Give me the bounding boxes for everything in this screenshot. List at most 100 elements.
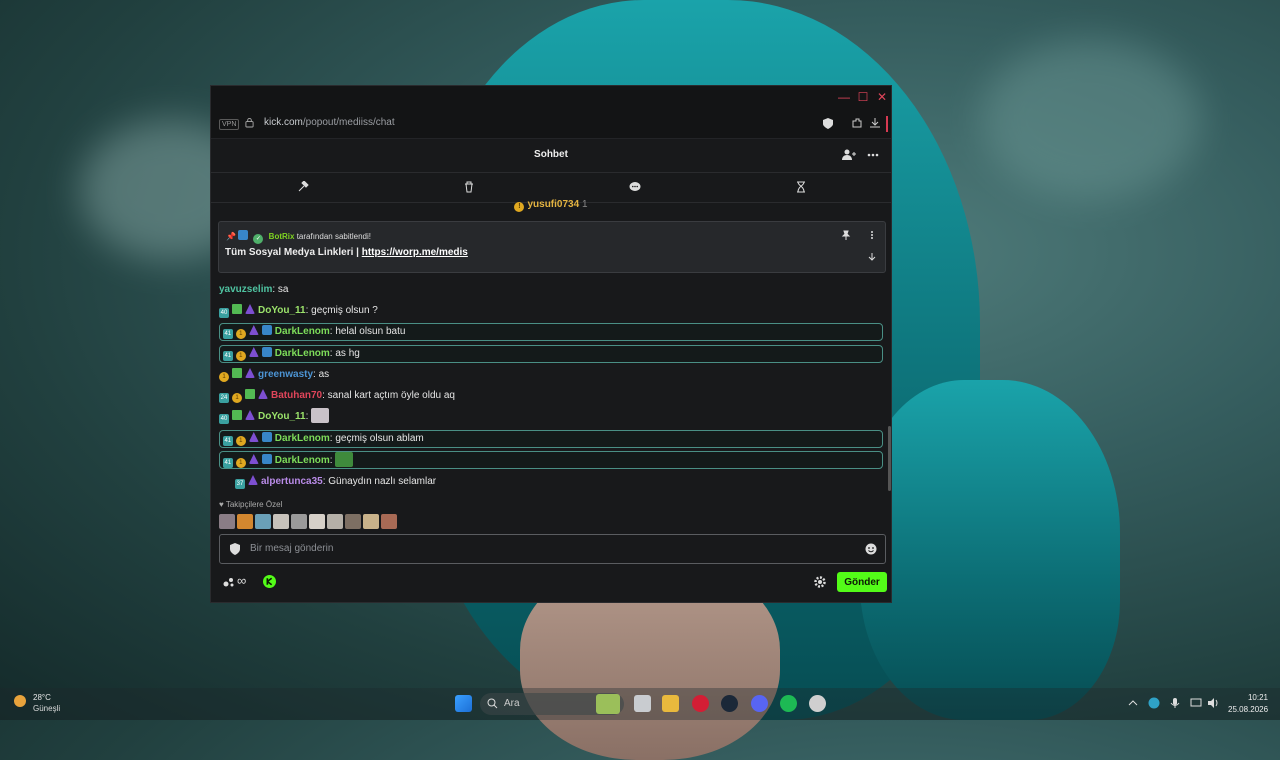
message-username[interactable]: DarkLenom [275,326,330,337]
subscriber-badge-icon: 37 [235,479,245,489]
chat-scrollbar[interactable] [888,426,891,491]
download-icon[interactable] [869,117,881,129]
address-bar[interactable]: VPN kick.com/popout/mediiss/chat [211,108,891,139]
message-username[interactable]: DoYou_11 [258,411,306,422]
emote-4-icon[interactable] [273,514,289,529]
hammer-icon[interactable] [297,181,309,193]
chat-bubble-icon[interactable] [629,181,641,193]
chevron-up-icon[interactable] [1127,697,1139,709]
gift-badge-icon [245,389,255,399]
emote-10-icon[interactable] [381,514,397,529]
gift-badge-icon [232,410,242,420]
chat-message-highlighted[interactable]: 41 1 DarkLenom: as hg [219,345,883,363]
message-username[interactable]: alpertunca35 [261,476,323,487]
coin-badge-icon: 1 [235,329,246,339]
task-view-icon[interactable] [634,695,651,712]
pinned-menu-icon[interactable] [867,230,877,240]
volume-icon[interactable] [1207,697,1219,709]
chat-message[interactable]: 40 DoYou_11: geçmiş olsun ? [219,302,883,320]
taskbar-search[interactable]: Ara [480,693,624,715]
spotify-icon[interactable] [780,695,797,712]
close-button[interactable]: ✕ [875,90,889,104]
chat-message[interactable]: 1 greenwasty: as [219,366,883,384]
browser-window: — ☐ ✕ VPN kick.com/popout/mediiss/chat S… [210,85,892,603]
message-username[interactable]: yavuzselim [219,284,272,295]
emote-6-icon[interactable] [309,514,325,529]
chat-footer: ∞ Gönder [211,570,891,596]
chat-message-highlighted[interactable]: 41 1 DarkLenom: geçmiş olsun ablam [219,430,883,448]
display-icon[interactable] [1190,697,1202,709]
windows-start-icon[interactable] [455,695,472,712]
gift-user[interactable]: yusufi0734 [527,199,579,210]
shield-icon[interactable] [823,118,833,129]
cat-emote-icon[interactable] [311,408,330,423]
kick-logo-icon[interactable] [263,575,276,588]
system-clock[interactable]: 10:21 25.08.2026 [1228,693,1268,717]
maximize-button[interactable]: ☐ [856,90,870,104]
points-icon[interactable] [223,576,235,588]
discord-icon[interactable] [751,695,768,712]
message-text: : sanal kart açtım öyle oldu aq [322,390,455,401]
unpin-icon[interactable] [841,230,851,240]
url-host: kick.com [264,117,303,128]
wall-texture [980,40,1200,200]
coin-icon: ! [514,202,525,212]
users-icon[interactable] [842,148,856,162]
weather-condition[interactable]: Güneşli [33,704,60,713]
vpn-badge[interactable]: VPN [219,119,240,130]
frog-emote-icon[interactable] [335,452,354,467]
message-username[interactable]: DarkLenom [275,348,330,359]
hourglass-icon[interactable] [795,181,807,193]
search-highlight-icon [596,694,620,714]
emote-9-icon[interactable] [363,514,379,529]
opera-browser-icon[interactable] [692,695,709,712]
message-input-box[interactable] [219,534,886,564]
chat-message-highlighted[interactable]: 41 1 DarkLenom: [219,451,883,469]
emote-1-icon[interactable] [219,514,235,529]
moderator-badge-icon [261,325,272,335]
trash-icon[interactable] [463,181,475,193]
moderator-badge-icon [261,454,272,464]
extension-icon[interactable] [851,117,863,129]
message-username[interactable]: greenwasty [258,369,313,380]
expand-arrow-icon[interactable] [867,252,877,262]
clock-date: 25.08.2026 [1228,705,1269,714]
weather-temperature[interactable]: 28°C [33,693,51,702]
emote-2-icon[interactable] [237,514,253,529]
file-explorer-icon[interactable] [662,695,679,712]
sun-icon[interactable] [14,695,26,707]
emote-3-icon[interactable] [255,514,271,529]
chat-message[interactable]: 24 1 Batuhan70: sanal kart açtım öyle oldu… [219,387,883,405]
steam-icon[interactable] [721,695,738,712]
send-button[interactable]: Gönder [837,572,887,592]
chat-message[interactable]: yavuzselim: sa [219,281,883,299]
microphone-icon[interactable] [1169,697,1181,709]
chat-message[interactable]: 40 DoYou_11: [219,408,883,426]
more-options-icon[interactable] [866,148,880,162]
minimize-button[interactable]: — [837,90,851,104]
emote-7-icon[interactable] [327,514,343,529]
settings-gear-icon[interactable] [813,575,827,589]
subscriber-badge-icon: 24 [219,393,229,403]
lock-icon[interactable] [245,117,254,128]
coin-badge-icon: 1 [235,351,246,361]
emote-8-icon[interactable] [345,514,361,529]
message-username[interactable]: DarkLenom [275,455,330,466]
pinned-author[interactable]: BotRix [269,232,295,241]
message-input[interactable] [248,542,812,555]
message-username[interactable]: DoYou_11 [258,305,306,316]
url-text[interactable]: kick.com/popout/mediiss/chat [264,117,395,128]
edge-icon[interactable] [1148,697,1160,709]
og-badge-icon [248,454,259,464]
message-username[interactable]: Batuhan70 [271,390,322,401]
message-username[interactable]: DarkLenom [275,433,330,444]
app-icon[interactable] [809,695,826,712]
message-text: : helal olsun batu [329,326,406,337]
chat-message[interactable]: 37 alpertunca35: Günaydın nazlı selamlar [219,473,883,491]
emoji-icon[interactable] [865,543,877,555]
chat-message-highlighted[interactable]: 41 1 DarkLenom: helal olsun batu [219,323,883,341]
gift-banner[interactable]: ! yusufi0734 1 [211,199,891,212]
emote-5-icon[interactable] [291,514,307,529]
pinned-link[interactable]: https://worp.me/medis [362,247,468,258]
verified-icon: ✓ [253,234,264,244]
